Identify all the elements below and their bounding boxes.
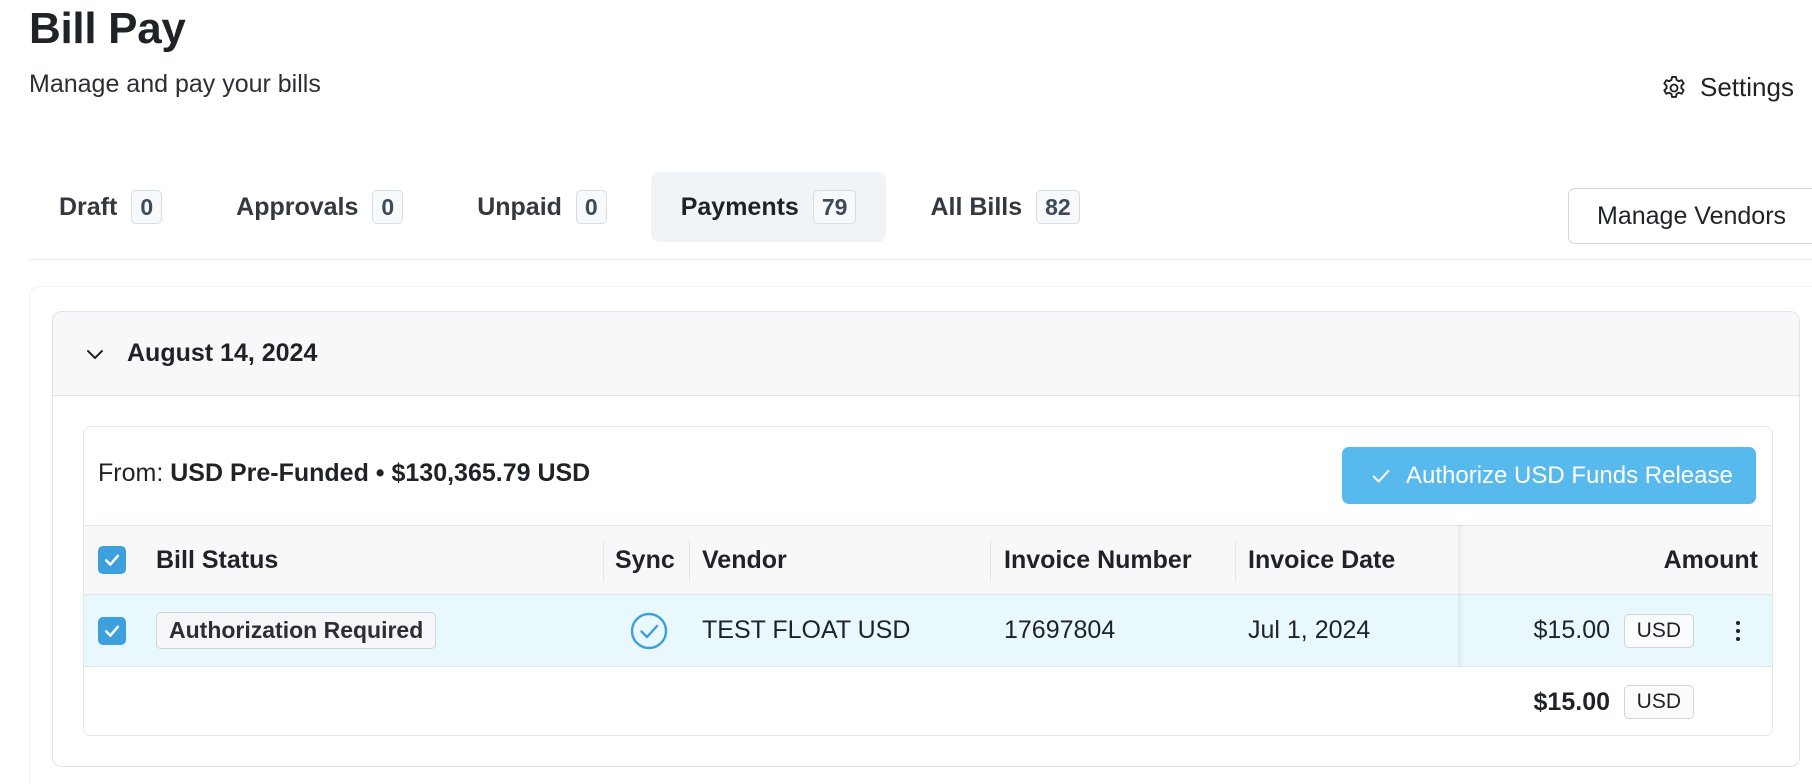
tab-bar: Draft 0 Approvals 0 Unpaid 0 Payments 79… [29, 172, 1124, 242]
manage-vendors-button[interactable]: Manage Vendors [1568, 188, 1812, 244]
invoice-date-cell: Jul 1, 2024 [1248, 616, 1371, 644]
from-prefix: From: [98, 459, 171, 487]
column-header-vendor[interactable]: Vendor [702, 526, 787, 594]
payment-group-card: August 14, 2024 From: USD Pre-Funded • $… [52, 311, 1800, 767]
authorize-funds-release-button[interactable]: Authorize USD Funds Release [1342, 447, 1756, 504]
funding-source-value: USD Pre-Funded • $130,365.79 USD [170, 459, 591, 487]
tab-all-bills[interactable]: All Bills 82 [900, 172, 1109, 242]
tab-label: Approvals [236, 192, 359, 221]
checkmark-icon [104, 554, 120, 566]
more-vertical-icon [1736, 620, 1740, 641]
check-icon [1372, 469, 1390, 483]
tab-count-badge: 82 [1036, 190, 1080, 224]
column-resize-handle[interactable] [990, 540, 991, 582]
tab-count-badge: 79 [812, 190, 857, 224]
tabs-divider [29, 259, 1812, 260]
funding-source-line: From: USD Pre-Funded • $130,365.79 USD [98, 459, 590, 488]
row-actions-button[interactable] [1734, 595, 1742, 666]
table-header: Bill Status Sync Vendor Invoice Number I… [84, 525, 1772, 595]
invoice-number-cell: 17697804 [1004, 616, 1116, 644]
tab-label: Unpaid [477, 192, 562, 221]
column-header-invoice-date[interactable]: Invoice Date [1248, 526, 1395, 594]
settings-button[interactable]: Settings [1660, 72, 1794, 103]
tab-count-badge: 0 [372, 190, 404, 224]
bill-status-badge: Authorization Required [156, 612, 437, 649]
column-header-amount[interactable]: Amount [1664, 526, 1758, 594]
payment-group-date: August 14, 2024 [127, 339, 318, 367]
amount-cell: $15.00 [1533, 616, 1610, 644]
column-header-invoice-number[interactable]: Invoice Number [1004, 526, 1192, 594]
table-row[interactable]: Authorization Required TEST FLOAT USD 17… [84, 595, 1772, 667]
gear-icon [1663, 75, 1685, 98]
chevron-down-icon[interactable] [83, 342, 107, 366]
tab-label: All Bills [930, 192, 1023, 221]
tab-count-badge: 0 [575, 190, 607, 224]
sync-check-icon [630, 612, 668, 649]
column-resize-handle[interactable] [1235, 540, 1236, 582]
page-subtitle: Manage and pay your bills [29, 70, 321, 98]
row-checkbox[interactable] [98, 616, 126, 645]
checkmark-icon [104, 625, 120, 637]
tab-draft[interactable]: Draft 0 [29, 172, 192, 242]
column-resize-handle[interactable] [603, 540, 604, 582]
tab-label: Payments [680, 192, 799, 221]
funding-source-card: From: USD Pre-Funded • $130,365.79 USD A… [83, 426, 1773, 736]
table-total-row: $15.00 USD [84, 667, 1772, 735]
vendor-cell: TEST FLOAT USD [702, 616, 911, 644]
tab-approvals[interactable]: Approvals 0 [206, 172, 433, 242]
select-all-checkbox[interactable] [98, 546, 126, 574]
payment-group-header[interactable]: August 14, 2024 [53, 312, 1799, 396]
sticky-column-shadow [1458, 525, 1464, 667]
tab-unpaid[interactable]: Unpaid 0 [447, 172, 637, 242]
settings-label: Settings [1700, 72, 1794, 102]
total-amount: $15.00 [1533, 687, 1610, 716]
total-currency-badge: USD [1623, 685, 1694, 719]
authorize-funds-release-label: Authorize USD Funds Release [1406, 461, 1733, 489]
tab-payments[interactable]: Payments 79 [650, 172, 887, 242]
column-resize-handle[interactable] [689, 540, 690, 582]
currency-badge: USD [1623, 613, 1694, 648]
tab-count-badge: 0 [131, 190, 163, 224]
column-header-sync[interactable]: Sync [615, 526, 675, 594]
tab-label: Draft [59, 192, 118, 221]
column-header-bill-status[interactable]: Bill Status [156, 526, 278, 594]
page-title: Bill Pay [29, 4, 186, 53]
